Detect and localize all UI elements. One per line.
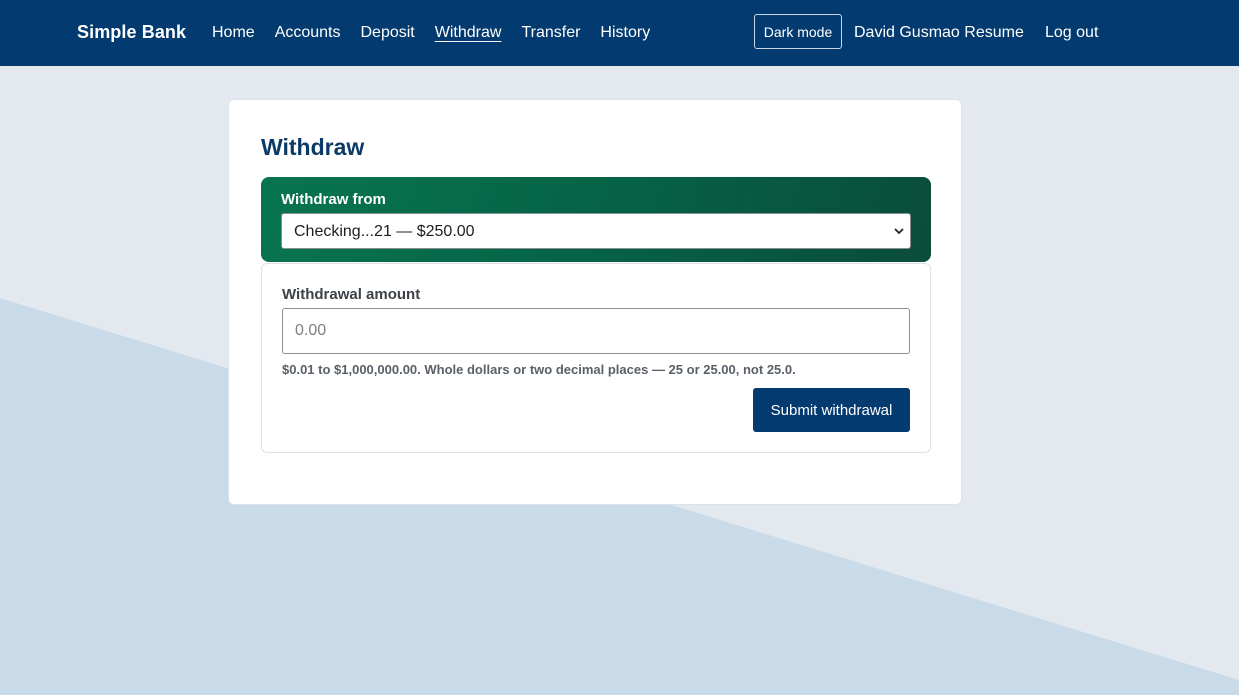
chevron-down-icon (894, 228, 904, 235)
nav-link-accounts[interactable]: Accounts (275, 24, 341, 42)
nav-link-history[interactable]: History (600, 24, 650, 42)
account-select-value: Checking...21 — $250.00 (294, 223, 475, 240)
withdraw-from-panel: Withdraw from Checking...21 — $250.00 (261, 177, 931, 262)
nav-link-deposit[interactable]: Deposit (361, 24, 415, 42)
nav-link-home[interactable]: Home (212, 24, 255, 42)
logout-link[interactable]: Log out (1045, 24, 1098, 42)
nav-links: Home Accounts Deposit Withdraw Transfer … (212, 24, 650, 42)
submit-withdrawal-button[interactable]: Submit withdrawal (753, 388, 910, 432)
withdrawal-amount-input[interactable] (282, 308, 910, 354)
navbar: Simple Bank Home Accounts Deposit Withdr… (0, 0, 1239, 66)
amount-hint: $0.01 to $1,000,000.00. Whole dollars or… (282, 362, 796, 377)
amount-panel: Withdrawal amount $0.01 to $1,000,000.00… (261, 263, 931, 453)
withdraw-card: Withdraw Withdraw from Checking...21 — $… (228, 99, 962, 505)
account-select[interactable]: Checking...21 — $250.00 (281, 213, 911, 249)
brand-logo[interactable]: Simple Bank (77, 22, 186, 43)
nav-link-transfer[interactable]: Transfer (521, 24, 580, 42)
nav-link-withdraw[interactable]: Withdraw (435, 24, 502, 42)
dark-mode-button[interactable]: Dark mode (754, 14, 842, 49)
withdrawal-amount-label: Withdrawal amount (282, 286, 421, 303)
withdraw-from-label: Withdraw from (281, 191, 386, 208)
resume-link[interactable]: David Gusmao Resume (854, 24, 1024, 42)
page-title: Withdraw (261, 134, 365, 160)
